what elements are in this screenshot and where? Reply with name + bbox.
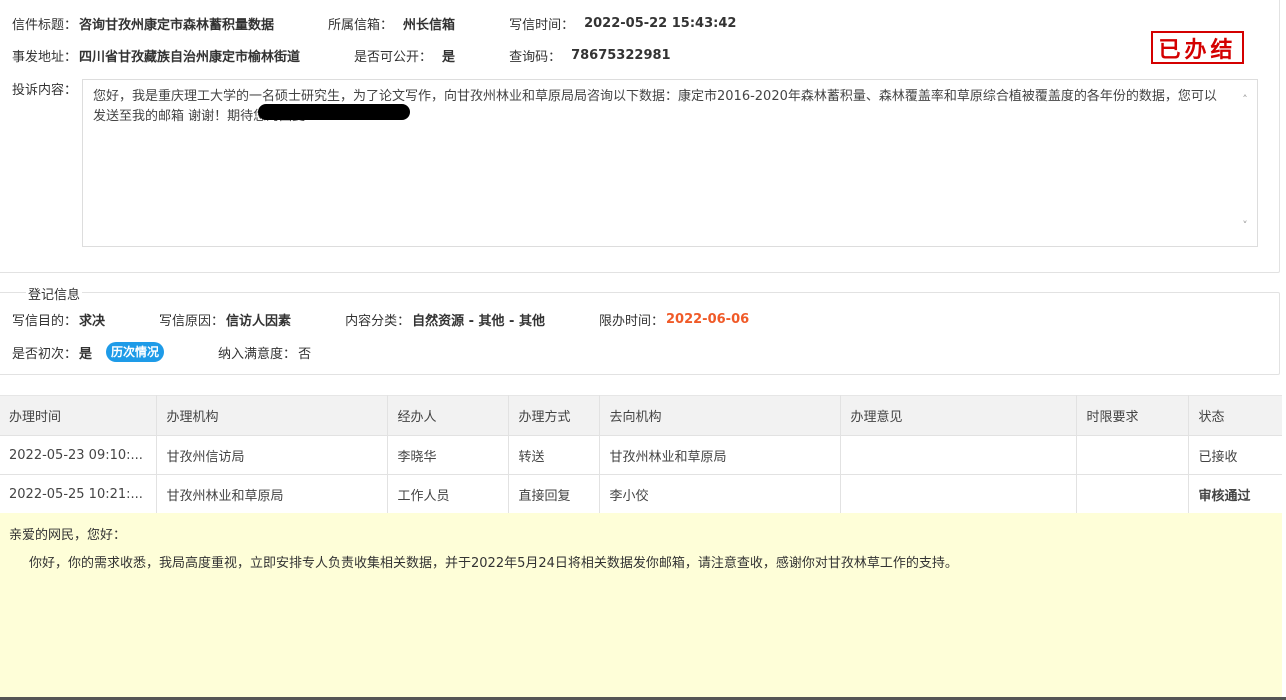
satisfaction-value: 否 xyxy=(298,346,312,362)
reply-panel: 亲爱的网民，您好： 你好，你的需求收悉，我局高度重视，立即安排专人负责收集相关数… xyxy=(0,513,1282,698)
cell-agency: 甘孜州信访局 xyxy=(156,435,388,475)
query-code: 78675322981 xyxy=(571,47,671,63)
history-button[interactable]: 历次情况 xyxy=(106,342,165,362)
reply-greeting: 亲爱的网民，您好： xyxy=(9,528,127,543)
complaint-textarea[interactable]: 您好，我是重庆理工大学的一名硕士研究生，为了论文写作，向甘孜州林业和草原局局咨询… xyxy=(82,79,1258,247)
registration-row-1: 写信目的： 求决 写信原因： 信访人因素 内容分类： 自然资源 - 其他 - 其… xyxy=(12,309,749,329)
first-time-value: 是 xyxy=(79,346,93,362)
reason-value: 信访人因素 xyxy=(226,313,292,329)
cell-method: 直接回复 xyxy=(508,474,600,514)
first-time-label: 是否初次： xyxy=(12,346,78,362)
cell-method: 转送 xyxy=(508,435,600,475)
header-time-limit[interactable]: 时限要求 xyxy=(1076,395,1189,436)
deadline-value: 2022-06-06 xyxy=(666,311,750,327)
header-method[interactable]: 办理方式 xyxy=(508,395,600,436)
cell-handler: 李晓华 xyxy=(387,435,509,475)
public-label: 是否可公开： xyxy=(354,49,433,65)
category-label: 内容分类： xyxy=(345,313,411,329)
table-header-row: 办理时间 办理机构 经办人 办理方式 去向机构 办理意见 时限要求 状态 xyxy=(0,395,1282,436)
mailbox-label: 所属信箱： xyxy=(328,17,394,33)
satisfaction-label: 纳入满意度： xyxy=(218,346,297,362)
scroll-down-icon[interactable]: ˅ xyxy=(1239,220,1251,232)
complaint-label: 投诉内容： xyxy=(12,83,78,98)
cell-destination: 李小佼 xyxy=(599,474,841,514)
mailbox-value: 州长信箱 xyxy=(403,17,456,33)
header-status[interactable]: 状态 xyxy=(1188,395,1282,436)
cell-status: 已接收 xyxy=(1188,435,1282,475)
registration-section: 登记信息 xyxy=(0,284,1280,375)
address-label: 事发地址： xyxy=(12,49,78,65)
cell-time: 2022-05-23 09:10:... xyxy=(0,435,157,475)
letter-title: 咨询甘孜州康定市森林蓄积量数据 xyxy=(79,17,275,33)
cell-opinion xyxy=(840,474,1077,514)
category-value: 自然资源 - 其他 - 其他 xyxy=(412,313,545,329)
address-value: 四川省甘孜藏族自治州康定市榆林街道 xyxy=(79,49,301,65)
time-label: 写信时间： xyxy=(509,17,575,33)
cell-time-limit xyxy=(1076,435,1189,475)
redaction-mark xyxy=(258,104,410,120)
letter-row-1: 信件标题： 咨询甘孜州康定市森林蓄积量数据 所属信箱： 州长信箱 写信时间： 2… xyxy=(12,13,736,33)
completed-stamp: 已办结 xyxy=(1151,31,1244,64)
cell-handler: 工作人员 xyxy=(387,474,509,514)
title-label: 信件标题： xyxy=(12,17,78,33)
processing-table: 办理时间 办理机构 经办人 办理方式 去向机构 办理意见 时限要求 状态 202… xyxy=(0,395,1282,514)
header-opinion[interactable]: 办理意见 xyxy=(840,395,1077,436)
reason-label: 写信原因： xyxy=(159,313,225,329)
registration-row-2: 是否初次： 是 历次情况 纳入满意度： 否 xyxy=(12,342,311,362)
cell-time: 2022-05-25 10:21:... xyxy=(0,474,157,514)
header-time[interactable]: 办理时间 xyxy=(0,395,157,436)
scroll-up-icon[interactable]: ˄ xyxy=(1239,94,1251,106)
letter-row-2: 事发地址： 四川省甘孜藏族自治州康定市榆林街道 是否可公开： 是 查询码： 78… xyxy=(12,45,671,65)
cell-status[interactable]: 审核通过 xyxy=(1188,474,1282,514)
table-row[interactable]: 2022-05-25 10:21:... 甘孜州林业和草原局 工作人员 直接回复… xyxy=(0,474,1282,514)
cell-opinion xyxy=(840,435,1077,475)
deadline-label: 限办时间： xyxy=(598,313,664,329)
purpose-value: 求决 xyxy=(79,313,106,329)
header-handler[interactable]: 经办人 xyxy=(387,395,509,436)
public-value: 是 xyxy=(442,49,456,65)
cell-destination: 甘孜州林业和草原局 xyxy=(599,435,841,475)
cell-agency: 甘孜州林业和草原局 xyxy=(156,474,388,514)
cell-time-limit xyxy=(1076,474,1189,514)
reply-body: 你好，你的需求收悉，我局高度重视，立即安排专人负责收集相关数据，并于2022年5… xyxy=(29,556,958,571)
code-label: 查询码： xyxy=(509,49,562,65)
header-destination[interactable]: 去向机构 xyxy=(599,395,841,436)
table-row[interactable]: 2022-05-23 09:10:... 甘孜州信访局 李晓华 转送 甘孜州林业… xyxy=(0,435,1282,475)
header-agency[interactable]: 办理机构 xyxy=(156,395,388,436)
purpose-label: 写信目的： xyxy=(12,313,78,329)
write-time: 2022-05-22 15:43:42 xyxy=(584,15,737,31)
registration-legend: 登记信息 xyxy=(26,284,83,303)
